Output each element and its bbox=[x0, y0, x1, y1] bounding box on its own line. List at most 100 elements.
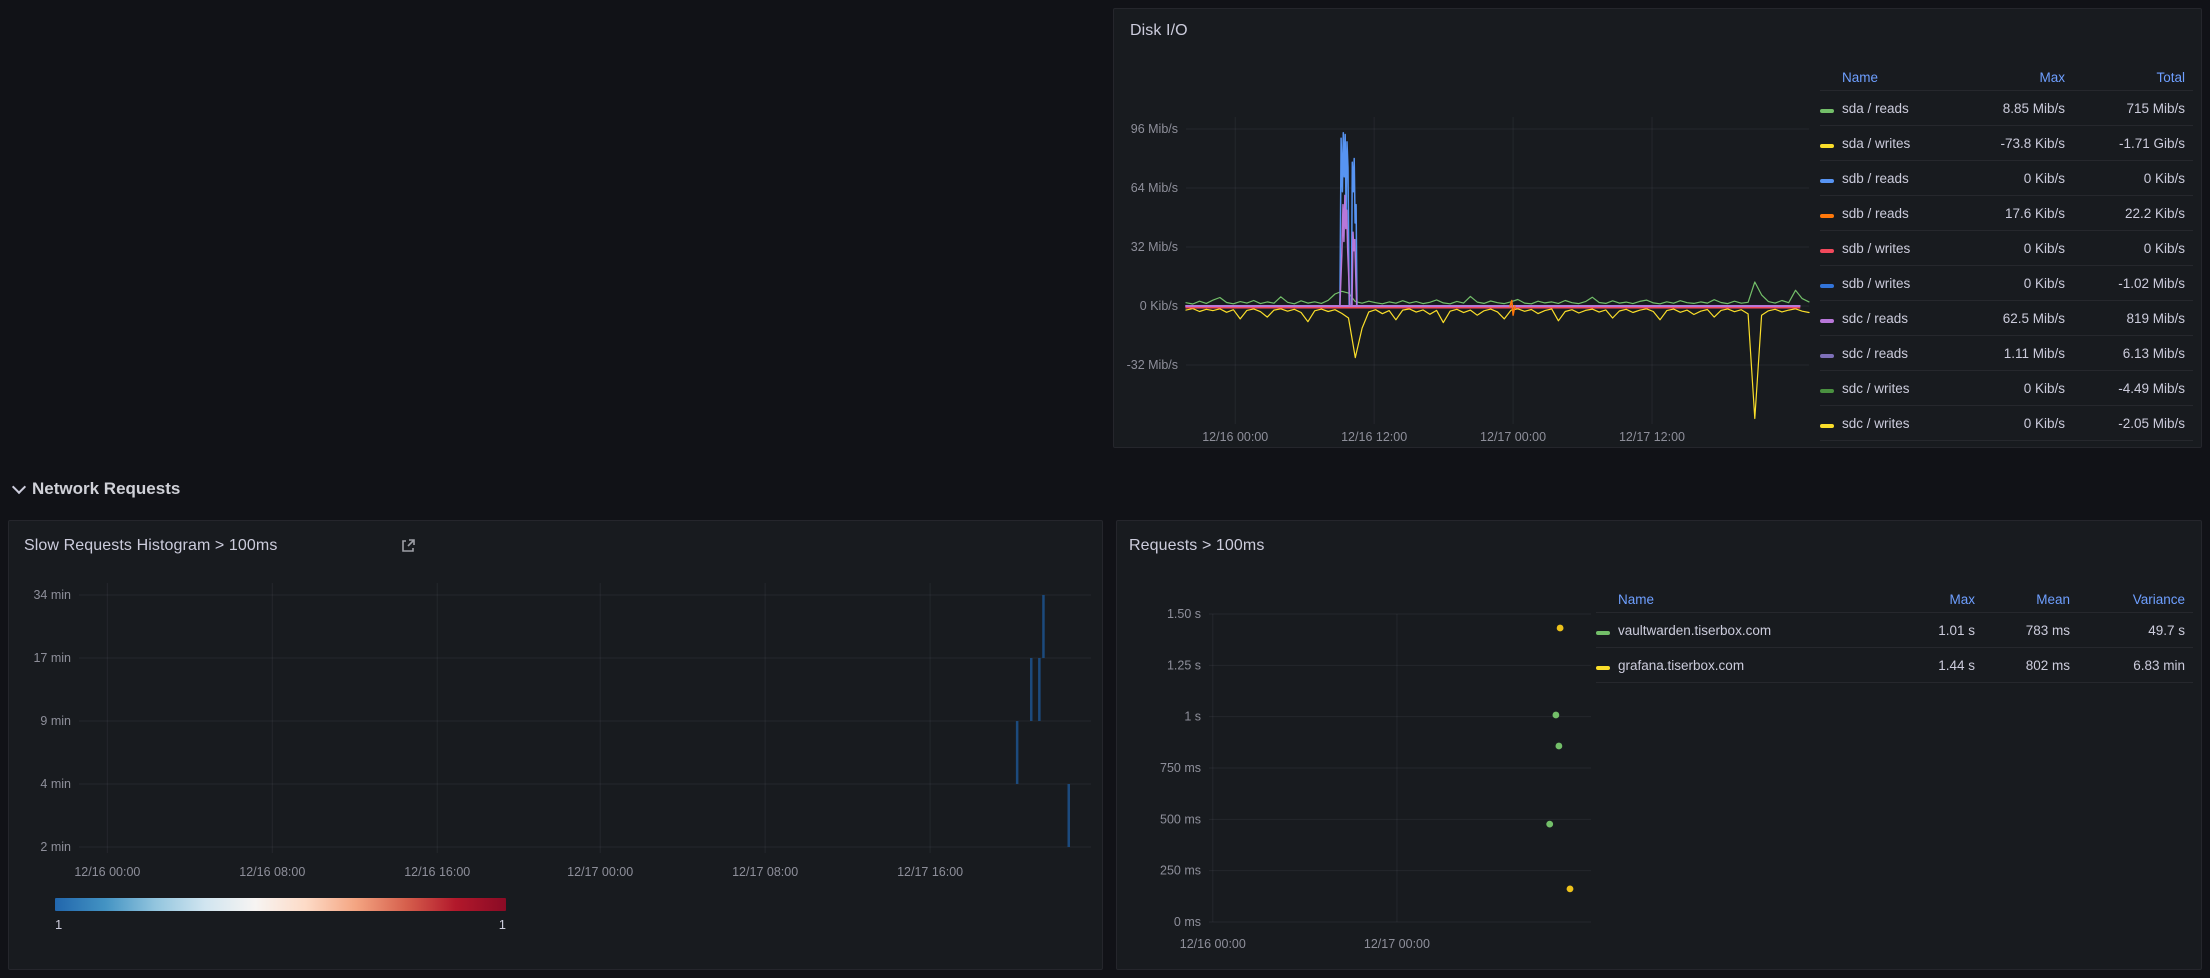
requests-chart[interactable]: 1.50 s1.25 s1 s750 ms500 ms250 ms0 ms12/… bbox=[1117, 581, 1617, 961]
svg-text:12/16 08:00: 12/16 08:00 bbox=[239, 865, 305, 879]
legend-value: 49.7 s bbox=[2078, 623, 2193, 638]
legend-row: sdc / reads62.5 Mib/s819 Mib/s bbox=[1820, 301, 2193, 336]
panel-title-requests[interactable]: Requests > 100ms bbox=[1129, 537, 1264, 555]
panel-slow-histogram: Slow Requests Histogram > 100ms 34 min 17… bbox=[8, 520, 1103, 970]
svg-text:12/17 12:00: 12/17 12:00 bbox=[1619, 430, 1685, 444]
legend-value: 715 Mib/s bbox=[2073, 101, 2193, 116]
scatter-point bbox=[1567, 886, 1574, 893]
legend-series-name[interactable]: vaultwarden.tiserbox.com bbox=[1618, 623, 1893, 638]
heatmap-cell bbox=[1016, 721, 1019, 784]
legend-value: 8.85 Mib/s bbox=[1953, 101, 2073, 116]
legend-header-max[interactable]: Max bbox=[1893, 592, 1983, 607]
legend-value: 0 Kib/s bbox=[1953, 416, 2073, 431]
legend-value: 1.01 s bbox=[1893, 623, 1983, 638]
legend-value: 819 Mib/s bbox=[2073, 311, 2193, 326]
legend-series-name[interactable]: sdc / writes bbox=[1842, 381, 1953, 396]
legend-row: sdc / writes0 Kib/s-4.49 Mib/s bbox=[1820, 371, 2193, 406]
legend-header-variance[interactable]: Variance bbox=[2078, 592, 2193, 607]
panel-title-disk-io[interactable]: Disk I/O bbox=[1130, 22, 1188, 40]
svg-text:12/17 08:00: 12/17 08:00 bbox=[732, 865, 798, 879]
series-color-swatch bbox=[1820, 319, 1834, 323]
legend-value: 1.11 Mib/s bbox=[1953, 346, 2073, 361]
legend-row: sdc / reads1.11 Mib/s6.13 Mib/s bbox=[1820, 336, 2193, 371]
panel-disk-io: Disk I/O 96 Mib/s64 Mib/s32 Mib/s0 Kib/s… bbox=[1113, 8, 2202, 448]
svg-text:1 s: 1 s bbox=[1184, 710, 1201, 724]
section-network-requests[interactable]: Network Requests bbox=[14, 475, 180, 503]
legend-header-name[interactable]: Name bbox=[1842, 70, 1953, 85]
colorbar-max-label: 1 bbox=[499, 917, 506, 932]
legend-value: 0 Kib/s bbox=[2073, 241, 2193, 256]
svg-text:500 ms: 500 ms bbox=[1160, 812, 1201, 826]
slow-histogram-chart[interactable]: 34 min17 min9 min4 min2 min12/16 00:0012… bbox=[9, 575, 1103, 895]
panel-requests: Requests > 100ms 1.50 s 1.25 s 1 s 750 ms 50… bbox=[1116, 520, 2202, 970]
series-color-swatch bbox=[1820, 389, 1834, 393]
series-color-swatch bbox=[1820, 424, 1834, 428]
legend-series-name[interactable]: sdc / reads bbox=[1842, 346, 1953, 361]
svg-text:4 min: 4 min bbox=[40, 777, 71, 791]
series-color-swatch bbox=[1596, 631, 1610, 635]
series-color-swatch bbox=[1820, 144, 1834, 148]
legend-value: 6.13 Mib/s bbox=[2073, 346, 2193, 361]
legend-series-name[interactable]: grafana.tiserbox.com bbox=[1618, 658, 1893, 673]
legend-row: sda / writes-73.8 Kib/s-1.71 Gib/s bbox=[1820, 126, 2193, 161]
legend-series-name[interactable]: sdc / reads bbox=[1842, 311, 1953, 326]
svg-text:34 min: 34 min bbox=[33, 588, 71, 602]
requests-legend: NameMaxMeanVariancevaultwarden.tiserbox.… bbox=[1596, 587, 2193, 683]
series-color-swatch bbox=[1820, 354, 1834, 358]
svg-text:12/17 00:00: 12/17 00:00 bbox=[1364, 937, 1430, 951]
svg-text:12/17 00:00: 12/17 00:00 bbox=[1480, 430, 1546, 444]
scatter-point bbox=[1556, 743, 1563, 750]
disk-io-chart[interactable]: 96 Mib/s64 Mib/s32 Mib/s0 Kib/s-32 Mib/s… bbox=[1114, 57, 1820, 447]
svg-text:0 ms: 0 ms bbox=[1174, 915, 1201, 929]
legend-series-name[interactable]: sdb / reads bbox=[1842, 206, 1953, 221]
legend-value: -73.8 Kib/s bbox=[1953, 136, 2073, 151]
legend-series-name[interactable]: sda / writes bbox=[1842, 136, 1953, 151]
legend-row: vaultwarden.tiserbox.com1.01 s783 ms49.7… bbox=[1596, 613, 2193, 648]
legend-series-name[interactable]: sda / reads bbox=[1842, 101, 1953, 116]
legend-value: 783 ms bbox=[1983, 623, 2078, 638]
legend-series-name[interactable]: sdb / reads bbox=[1842, 171, 1953, 186]
legend-header-total[interactable]: Total bbox=[2073, 70, 2193, 85]
legend-row: sdb / reads17.6 Kib/s22.2 Kib/s bbox=[1820, 196, 2193, 231]
chevron-down-icon bbox=[12, 480, 26, 494]
legend-value: 0 Kib/s bbox=[2073, 171, 2193, 186]
external-link-icon[interactable] bbox=[400, 538, 416, 559]
legend-series-name[interactable]: sdc / writes bbox=[1842, 416, 1953, 431]
legend-value: 0 Kib/s bbox=[1953, 241, 2073, 256]
series-line bbox=[1186, 309, 1809, 419]
legend-header-max[interactable]: Max bbox=[1953, 70, 2073, 85]
heatmap-cell bbox=[1038, 658, 1041, 721]
legend-value: -1.71 Gib/s bbox=[2073, 136, 2193, 151]
heatmap-colorbar-labels: 1 1 bbox=[55, 917, 506, 932]
svg-text:1.25 s: 1.25 s bbox=[1167, 658, 1201, 672]
heatmap-cell bbox=[1042, 595, 1045, 658]
legend-header: NameMaxTotal bbox=[1820, 65, 2193, 91]
svg-text:2 min: 2 min bbox=[40, 840, 71, 854]
legend-row: sda / reads8.85 Mib/s715 Mib/s bbox=[1820, 91, 2193, 126]
disk-io-legend: NameMaxTotalsda / reads8.85 Mib/s715 Mib… bbox=[1820, 65, 2193, 441]
svg-text:96 Mib/s: 96 Mib/s bbox=[1131, 122, 1178, 136]
legend-header: NameMaxMeanVariance bbox=[1596, 587, 2193, 613]
svg-text:0 Kib/s: 0 Kib/s bbox=[1140, 299, 1178, 313]
svg-text:17 min: 17 min bbox=[33, 651, 71, 665]
section-title: Network Requests bbox=[32, 479, 180, 499]
legend-value: 6.83 min bbox=[2078, 658, 2193, 673]
svg-text:1.50 s: 1.50 s bbox=[1167, 607, 1201, 621]
legend-row: sdb / writes0 Kib/s-1.02 Mib/s bbox=[1820, 266, 2193, 301]
series-color-swatch bbox=[1820, 214, 1834, 218]
heatmap-cell bbox=[1030, 658, 1033, 721]
scatter-point bbox=[1557, 625, 1564, 632]
legend-value: -4.49 Mib/s bbox=[2073, 381, 2193, 396]
legend-value: 22.2 Kib/s bbox=[2073, 206, 2193, 221]
svg-text:9 min: 9 min bbox=[40, 714, 71, 728]
legend-row: grafana.tiserbox.com1.44 s802 ms6.83 min bbox=[1596, 648, 2193, 683]
scatter-point bbox=[1546, 821, 1553, 828]
legend-series-name[interactable]: sdb / writes bbox=[1842, 241, 1953, 256]
panel-title-slow-histogram[interactable]: Slow Requests Histogram > 100ms bbox=[24, 537, 277, 555]
svg-text:750 ms: 750 ms bbox=[1160, 761, 1201, 775]
legend-header-mean[interactable]: Mean bbox=[1983, 592, 2078, 607]
svg-text:12/17 00:00: 12/17 00:00 bbox=[567, 865, 633, 879]
legend-header-name[interactable]: Name bbox=[1618, 592, 1893, 607]
series-color-swatch bbox=[1820, 249, 1834, 253]
legend-series-name[interactable]: sdb / writes bbox=[1842, 276, 1953, 291]
